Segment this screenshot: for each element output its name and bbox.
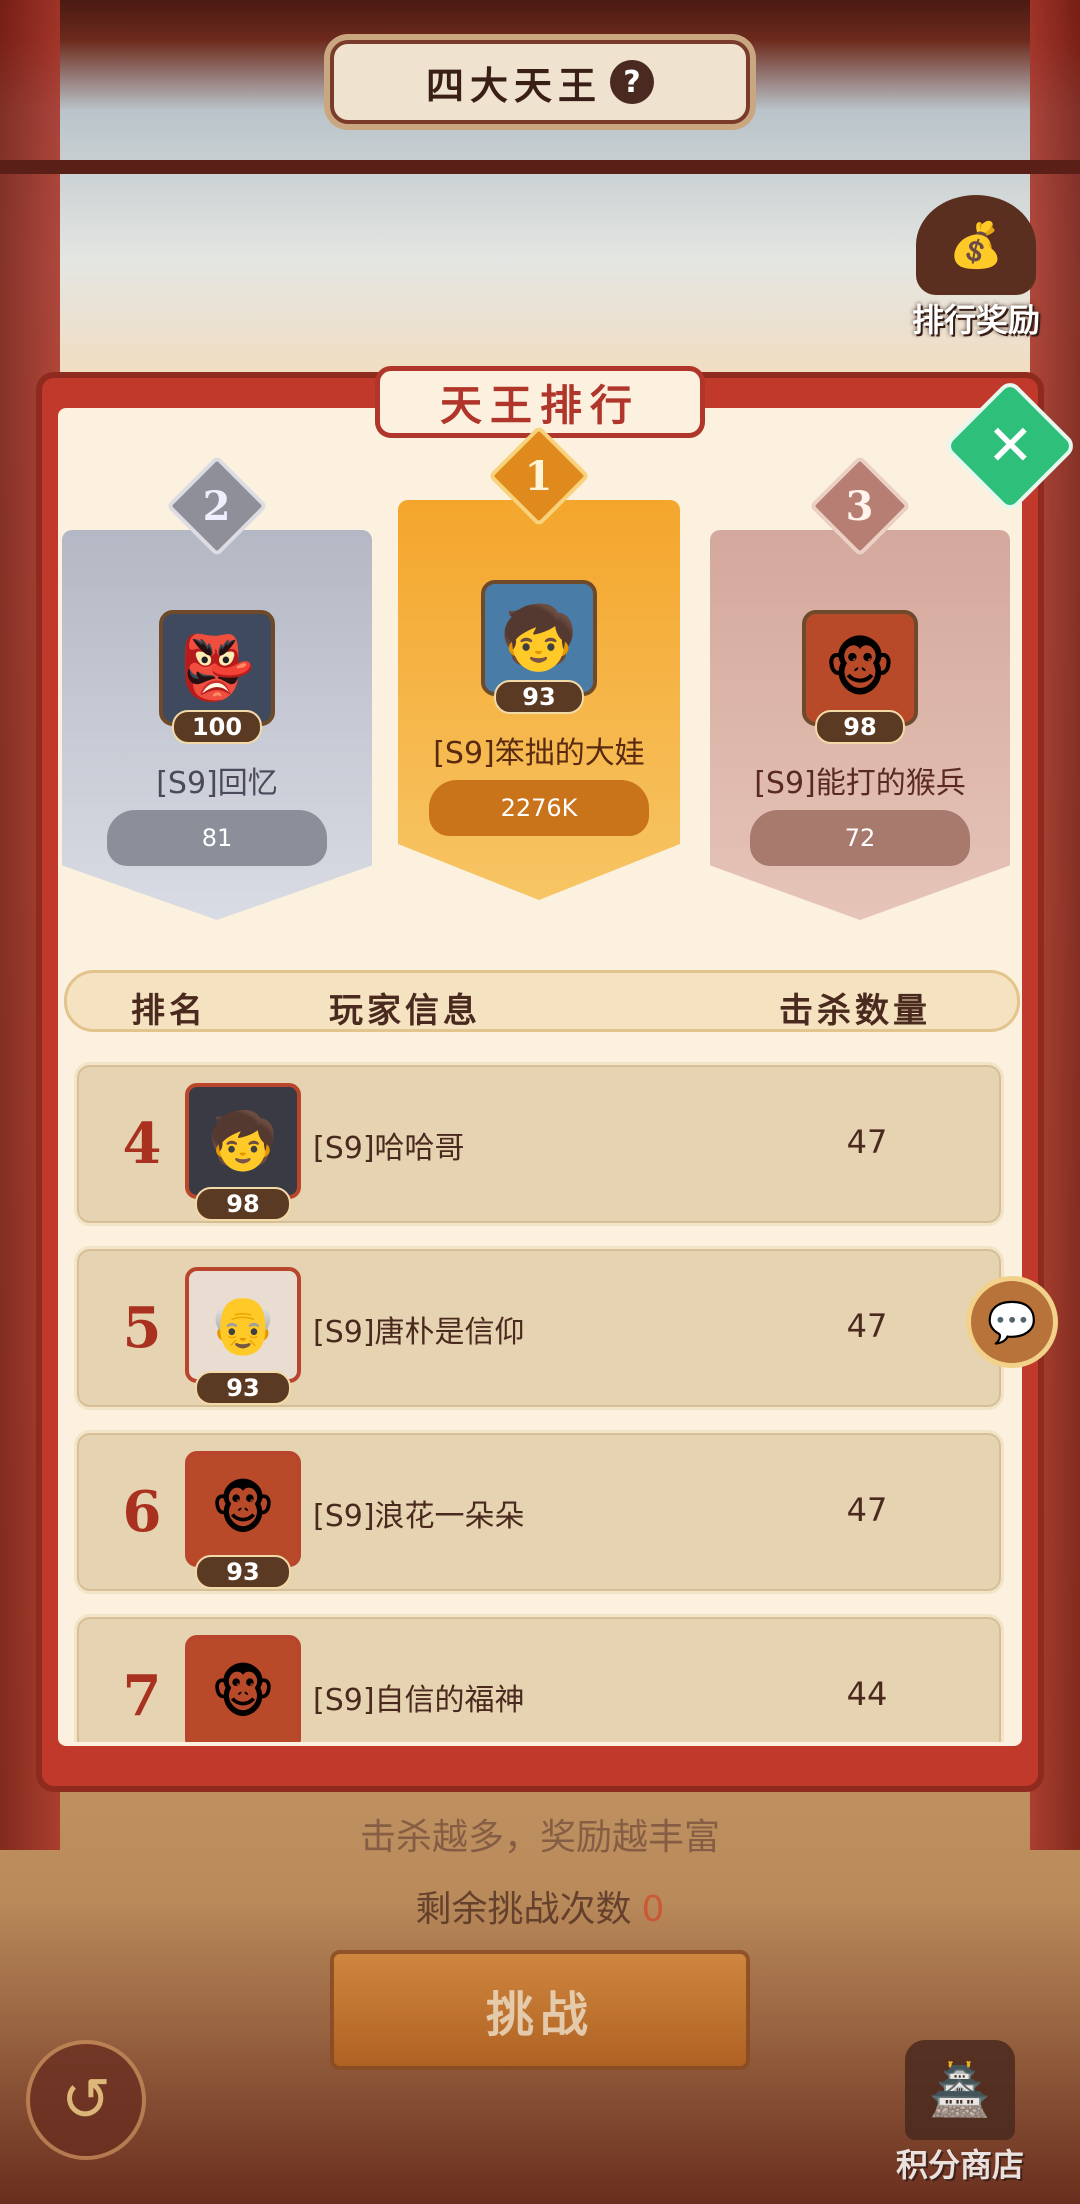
row-rank: 5	[122, 1295, 162, 1361]
kill-count: 47	[846, 1491, 888, 1529]
remaining-label: 剩余挑战次数	[415, 1889, 632, 1930]
rank-reward-label: 排行奖励	[911, 301, 1040, 339]
kill-count: 47	[846, 1123, 888, 1161]
avatar[interactable]: 🐵	[185, 1635, 301, 1742]
podium-rank-1[interactable]: 1 🧒 93 [S9]笨拙的大娃 2276K	[398, 425, 680, 920]
score-badge: 81	[107, 810, 327, 866]
close-icon: ✕	[986, 412, 1034, 478]
table-row[interactable]: 5 👴 93 [S9]唐朴是信仰 47	[74, 1246, 1004, 1410]
avatar[interactable]: 🐵	[185, 1451, 301, 1567]
level-badge: 100	[172, 710, 262, 744]
remaining-challenges: 剩余挑战次数 0	[0, 1880, 1080, 1932]
table-row[interactable]: 4 🧒 98 [S9]哈哈哥 47	[74, 1062, 1004, 1226]
level-badge: 93	[195, 1371, 291, 1405]
player-name: [S9]能打的猴兵	[754, 766, 966, 801]
level-badge: 98	[815, 710, 905, 744]
score-badge: 72	[750, 810, 970, 866]
cloud-swirl-icon: ↺	[60, 2065, 112, 2135]
header-kill-count: 击杀数量	[779, 991, 931, 1031]
row-rank: 6	[122, 1479, 162, 1545]
points-shop-button[interactable]: 🏯 积分商店	[870, 2040, 1050, 2190]
row-rank: 4	[122, 1111, 162, 1177]
player-name: [S9]哈哈哥	[313, 1131, 465, 1166]
kill-count: 44	[846, 1675, 888, 1713]
avatar[interactable]: 👺	[159, 610, 275, 726]
kill-count: 47	[846, 1307, 888, 1345]
player-name: [S9]自信的福神	[313, 1683, 525, 1718]
avatar[interactable]: 🐵	[802, 610, 918, 726]
help-icon[interactable]: ?	[610, 60, 654, 104]
level-badge: 98	[195, 1187, 291, 1221]
header-rank: 排名	[131, 991, 207, 1031]
chat-button[interactable]: 💬	[966, 1276, 1058, 1368]
background-beam	[0, 160, 1080, 174]
level-badge: 93	[494, 680, 584, 714]
page-title: 四大天王	[425, 62, 602, 108]
header-player-info: 玩家信息	[329, 991, 481, 1031]
avatar[interactable]: 👴	[185, 1267, 301, 1383]
podium-rank-3[interactable]: 3 🐵 98 [S9]能打的猴兵 72	[710, 455, 1010, 940]
hint-text: 击杀越多，奖励越丰富	[359, 1817, 720, 1858]
avatar[interactable]: 🧒	[185, 1083, 301, 1199]
score-badge: 2276K	[429, 780, 649, 836]
table-row[interactable]: 7 🐵 [S9]自信的福神 44	[74, 1614, 1004, 1742]
player-name: [S9]回忆	[156, 766, 278, 801]
list-header: 排名 玩家信息 击杀数量	[64, 970, 1020, 1032]
avatar[interactable]: 🧒	[481, 580, 597, 696]
level-badge: 93	[195, 1555, 291, 1589]
shop-label: 积分商店	[895, 2146, 1024, 2184]
player-name: [S9]唐朴是信仰	[313, 1315, 525, 1350]
remaining-count: 0	[641, 1889, 665, 1930]
player-name: [S9]浪花一朵朵	[313, 1499, 525, 1534]
page-title-plaque: 四大天王 ?	[330, 40, 750, 124]
chat-bubble-icon: 💬	[987, 1299, 1037, 1346]
challenge-button[interactable]: 挑战	[330, 1950, 750, 2070]
money-bag-icon: 💰	[916, 195, 1036, 295]
table-row[interactable]: 6 🐵 93 [S9]浪花一朵朵 47	[74, 1430, 1004, 1594]
back-button[interactable]: ↺	[26, 2040, 146, 2160]
row-rank: 7	[122, 1663, 162, 1729]
ranking-list[interactable]: 4 🧒 98 [S9]哈哈哥 47 5 👴 93 [S9]唐朴是信仰 47 6 …	[74, 1062, 1004, 1742]
podium-rank-2[interactable]: 2 👺 100 [S9]回忆 81	[62, 455, 372, 940]
shop-icon: 🏯	[905, 2040, 1015, 2140]
player-name: [S9]笨拙的大娃	[433, 736, 645, 771]
rank-reward-button[interactable]: 💰 排行奖励	[896, 195, 1056, 345]
